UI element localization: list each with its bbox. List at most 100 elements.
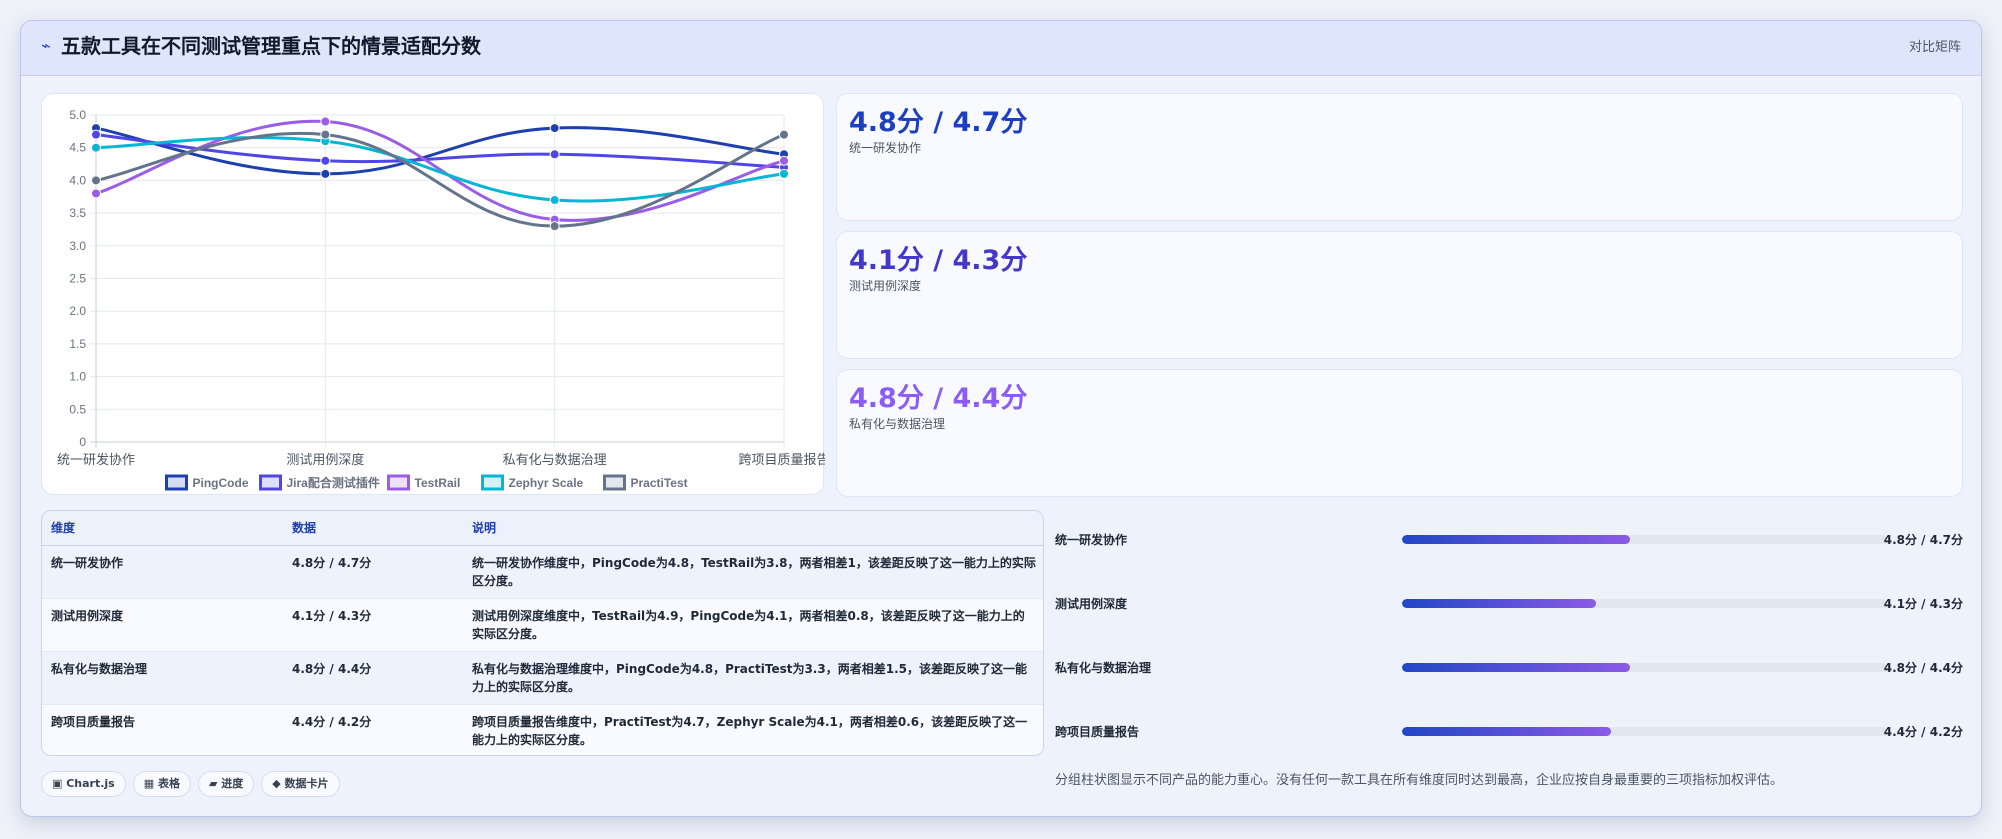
data-point [91, 129, 101, 140]
progress-row: 统一研发协作 4.8分 / 4.7分 [1055, 530, 1963, 550]
progress-row: 测试用例深度 4.1分 / 4.3分 [1055, 594, 1963, 614]
progress-value: 4.8分 / 4.7分 [1883, 533, 1963, 547]
data-point [320, 129, 331, 140]
table-cell-data: 4.8分 / 4.7分 [283, 545, 463, 599]
data-table: 维度 数据 说明 统一研发协作 4.8分 / 4.7分 统一研发协作维度中，Pi… [41, 510, 1044, 756]
legend-swatch [481, 474, 504, 491]
column-header: 数据 [283, 511, 463, 546]
legend-swatch [603, 474, 626, 491]
data-point [779, 168, 789, 179]
progress-label: 测试用例深度 [1055, 597, 1128, 611]
stat-card-data-governance: 4.8分 / 4.4分 私有化与数据治理 [836, 369, 1963, 497]
table-row: 测试用例深度 4.1分 / 4.3分 测试用例深度维度中，TestRail为4.… [42, 598, 1043, 652]
chip-data-card[interactable]: ◆ 数据卡片 [261, 771, 340, 797]
column-header: 说明 [463, 511, 1043, 546]
legend-swatch [387, 474, 410, 491]
data-point [549, 221, 560, 232]
legend-label: PingCode [193, 476, 249, 490]
table-cell-dimension: 跨项目质量报告 [42, 704, 283, 755]
stat-card-test-depth: 4.1分 / 4.3分 测试用例深度 [836, 231, 1963, 359]
data-point [320, 116, 331, 127]
chip-table[interactable]: ▦ 表格 [132, 771, 191, 797]
progress-track [1402, 727, 1887, 736]
x-tick-label: 跨项目质量报告 [738, 452, 825, 467]
chip-progress[interactable]: ▰ 进度 [197, 771, 255, 797]
page-title: 五款工具在不同测试管理重点下的情景适配分数 [61, 34, 481, 58]
table-cell-dimension: 私有化与数据治理 [42, 651, 283, 705]
legend-label: Jira配合测试插件 [287, 475, 380, 490]
progress-fill [1402, 535, 1630, 544]
table-cell-description: 私有化与数据治理维度中，PingCode为4.8，PractiTest为3.3，… [463, 651, 1043, 705]
table-row: 统一研发协作 4.8分 / 4.7分 统一研发协作维度中，PingCode为4.… [42, 545, 1043, 599]
table-cell-dimension: 测试用例深度 [42, 598, 283, 652]
table-row: 私有化与数据治理 4.8分 / 4.4分 私有化与数据治理维度中，PingCod… [42, 651, 1043, 705]
y-tick-label: 3.0 [69, 239, 86, 253]
y-tick-label: 2.0 [69, 304, 86, 318]
progress-label: 私有化与数据治理 [1055, 661, 1152, 675]
stat-label: 统一研发协作 [849, 141, 922, 155]
x-tick-label: 测试用例深度 [286, 452, 364, 467]
line-chart-card: 0 0.5 1.0 1.5 2.0 2.5 3.0 3.5 4.0 4.5 5.0 统一研发协作 测试用… [41, 93, 825, 495]
stat-value: 4.8分 / 4.4分 [849, 383, 1028, 414]
data-point [779, 129, 789, 140]
legend-swatch [165, 474, 188, 491]
data-point [779, 155, 789, 166]
y-tick-label: 1.5 [69, 337, 86, 351]
data-point [549, 195, 560, 206]
y-tick-label: 3.5 [69, 206, 86, 220]
data-point [91, 142, 101, 153]
progress-label: 统一研发协作 [1055, 533, 1128, 547]
table-header-row: 维度 数据 说明 [42, 511, 1043, 546]
progress-fill [1402, 727, 1611, 736]
panel-header: ⌁ 五款工具在不同测试管理重点下的情景适配分数 对比矩阵 [21, 21, 1981, 76]
y-tick-label: 5.0 [69, 108, 86, 122]
y-tick-label: 4.0 [69, 173, 86, 187]
table-cell-data: 4.4分 / 4.2分 [283, 704, 463, 755]
progress-label: 跨项目质量报告 [1055, 725, 1140, 739]
table-cell-description: 统一研发协作维度中，PingCode为4.8，TestRail为3.8，两者相差… [463, 545, 1043, 599]
legend-swatch [259, 474, 282, 491]
table-cell-dimension: 统一研发协作 [42, 545, 283, 599]
progress-track [1402, 535, 1887, 544]
data-point [549, 149, 560, 160]
y-tick-label: 0.5 [69, 402, 86, 416]
progress-fill [1402, 599, 1596, 608]
stat-label: 测试用例深度 [849, 279, 922, 293]
progress-row: 私有化与数据治理 4.8分 / 4.4分 [1055, 658, 1963, 678]
table-cell-description: 测试用例深度维度中，TestRail为4.9，PingCode为4.1，两者相差… [463, 598, 1043, 652]
chip-chartjs[interactable]: ▣ Chart.js [41, 771, 126, 797]
progress-fill [1402, 663, 1630, 672]
data-point [91, 175, 101, 186]
tech-chips: ▣ Chart.js ▦ 表格 ▰ 进度 ◆ 数据卡片 [41, 771, 347, 799]
stat-value: 4.1分 / 4.3分 [849, 245, 1028, 276]
stat-label: 私有化与数据治理 [849, 417, 946, 431]
data-point [549, 123, 560, 134]
series-line [95, 126, 785, 176]
data-point [320, 155, 331, 166]
x-tick-label: 私有化与数据治理 [503, 452, 607, 467]
comparison-panel: ⌁ 五款工具在不同测试管理重点下的情景适配分数 对比矩阵 0 0.5 1.0 1.5 2… [20, 20, 1982, 817]
progress-value: 4.1分 / 4.3分 [1883, 597, 1963, 611]
y-tick-label: 1.0 [69, 370, 86, 384]
data-point [320, 168, 331, 179]
pulse-icon: ⌁ [41, 36, 51, 55]
table-cell-data: 4.8分 / 4.4分 [283, 651, 463, 705]
y-tick-label: 4.5 [69, 141, 86, 155]
y-tick-label: 0 [79, 435, 86, 449]
data-point [91, 188, 101, 199]
legend-label: PractiTest [631, 476, 688, 490]
legend-label: Zephyr Scale [509, 476, 584, 490]
line-chart: 0 0.5 1.0 1.5 2.0 2.5 3.0 3.5 4.0 4.5 5.0 统一研发协作 测试用… [57, 108, 825, 491]
table-row: 跨项目质量报告 4.4分 / 4.2分 跨项目质量报告维度中，PractiTes… [42, 704, 1043, 755]
stat-value: 4.8分 / 4.7分 [849, 107, 1028, 138]
column-header: 维度 [42, 511, 283, 546]
progress-value: 4.8分 / 4.4分 [1883, 661, 1963, 675]
header-tag: 对比矩阵 [1908, 40, 1961, 55]
legend-label: TestRail [415, 476, 461, 490]
x-tick-label: 统一研发协作 [57, 452, 135, 467]
summary-text: 分组柱状图显示不同产品的能力重心。没有任何一款工具在所有维度同时达到最高，企业应… [1055, 773, 1784, 788]
table-cell-description: 跨项目质量报告维度中，PractiTest为4.7，Zephyr Scale为4… [463, 704, 1043, 755]
progress-row: 跨项目质量报告 4.4分 / 4.2分 [1055, 722, 1963, 742]
table-cell-data: 4.1分 / 4.3分 [283, 598, 463, 652]
progress-track [1402, 599, 1887, 608]
